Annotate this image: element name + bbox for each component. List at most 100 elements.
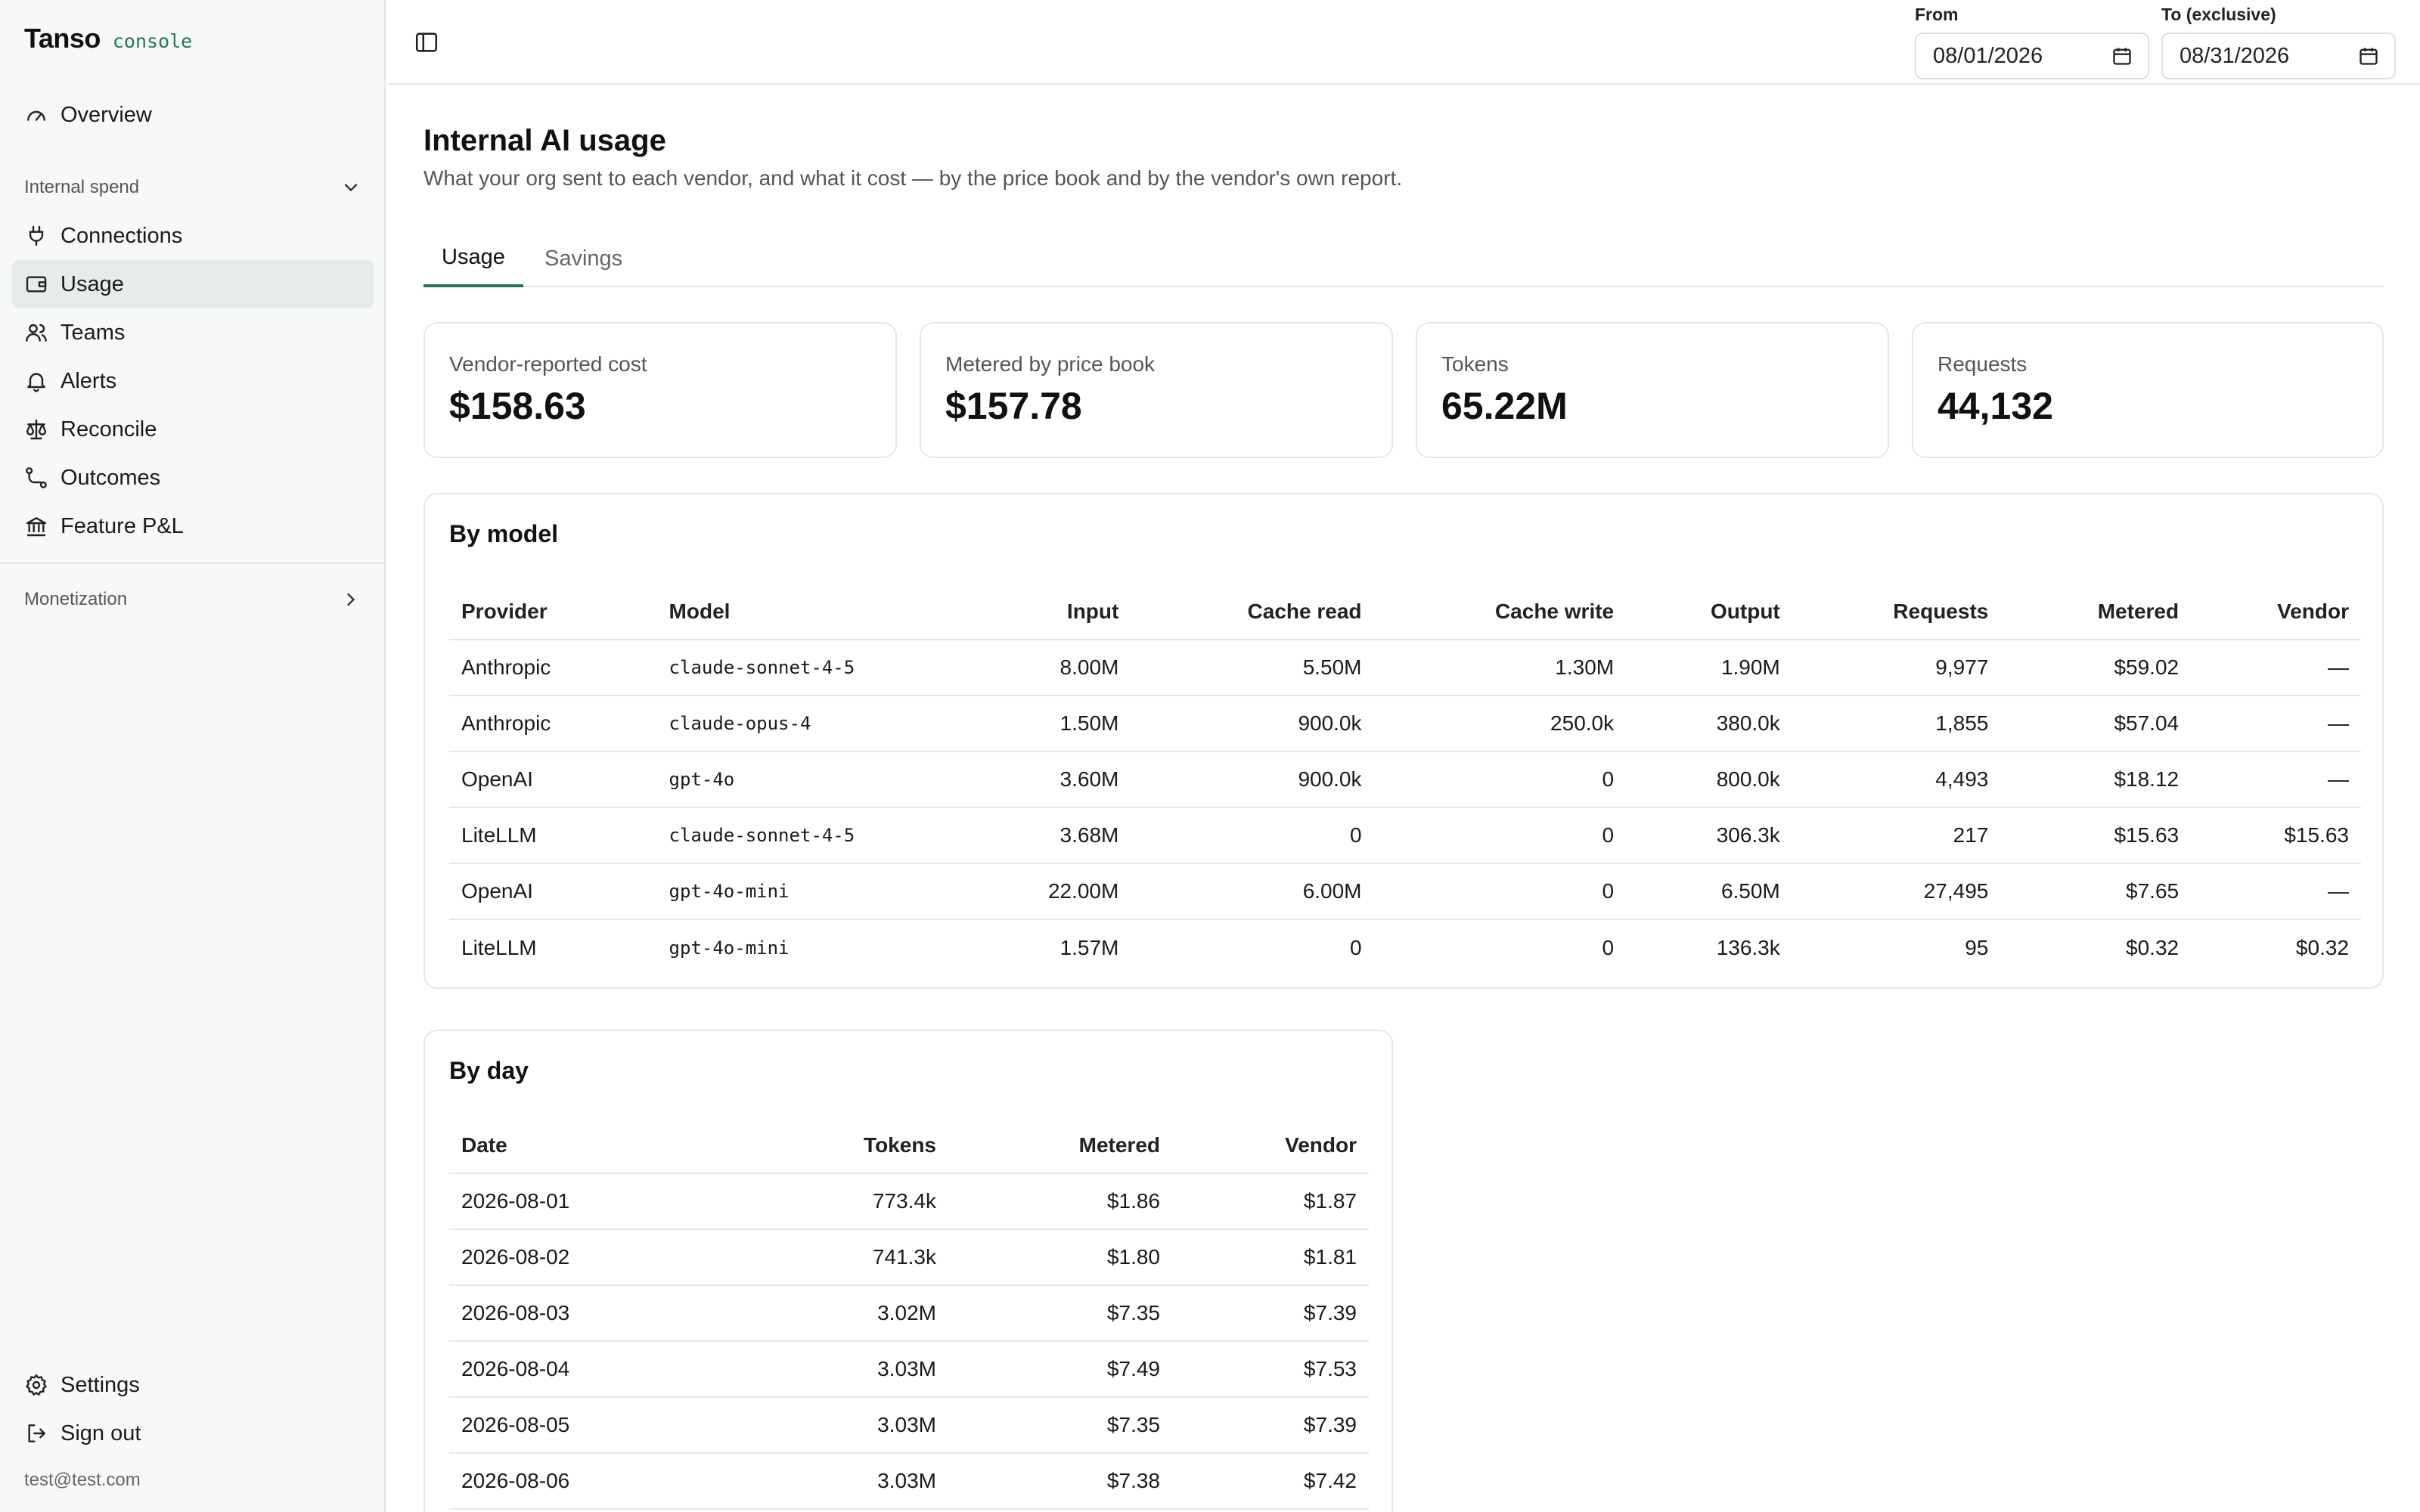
section-title: By day [449, 1057, 529, 1084]
group-internal-spend[interactable]: Internal spend [24, 172, 361, 203]
cell-output: 380.0k [1626, 696, 1792, 752]
cell-input: 3.68M [923, 807, 1131, 864]
sidebar-item-reconcile[interactable]: Reconcile [12, 405, 374, 454]
users-icon [26, 324, 47, 342]
cell-tokens: 741.3k [721, 1229, 948, 1286]
by-day-table: Date Tokens Metered Vendor 2026-08-01 77… [449, 1117, 1369, 1510]
sidebar-toggle-button[interactable] [411, 27, 442, 57]
table-row: Anthropic claude-opus-4 1.50M 900.0k 250… [449, 696, 2361, 752]
cell-date: 2026-08-06 [449, 1453, 721, 1510]
cell-input: 22.00M [923, 863, 1131, 920]
calendar-icon[interactable] [2111, 45, 2133, 67]
cell-cache-read: 0 [1349, 935, 1362, 959]
cell-vendor: — [2191, 751, 2361, 808]
cell-requests: 1,855 [1792, 696, 2001, 752]
cell-output: 800.0k [1626, 751, 1792, 808]
cell-requests: 4,493 [1792, 751, 2001, 808]
plug-icon [29, 225, 44, 246]
cell-output: 6.50M [1626, 863, 1792, 920]
sidebar-item-label: Settings [60, 1372, 140, 1397]
page-subtitle: What your org sent to each vendor, and w… [424, 166, 1403, 190]
kpi-card-requests: Requests 44,132 [1912, 322, 2384, 458]
cell-metered: $1.80 [948, 1229, 1172, 1286]
cell-provider: LiteLLM [461, 935, 537, 959]
kpi-card-tokens: Tokens 65.22M [1416, 322, 1889, 458]
col-output: Output [1626, 584, 1792, 640]
sidebar-item-alerts[interactable]: Alerts [12, 357, 374, 405]
cell-tokens: 3.03M [721, 1453, 948, 1510]
cell-cache-read: 900.0k [1131, 751, 1374, 808]
brand-name: Tanso [24, 23, 101, 54]
kpi-label: Requests [1938, 352, 2028, 376]
cell-metered: $1.86 [948, 1173, 1172, 1230]
col-provider: Provider [449, 584, 657, 640]
group-label: Monetization [24, 589, 128, 609]
cell-tokens: 773.4k [721, 1173, 948, 1230]
table-row: LiteLLM claude-sonnet-4-5 3.68M 0 0 306.… [449, 807, 2361, 864]
cell-model: claude-sonnet-4-5 [656, 640, 923, 696]
gear-icon [26, 1374, 47, 1396]
cell-cache-read: 900.0k [1131, 696, 1374, 752]
sidebar-item-settings[interactable]: Settings [12, 1361, 374, 1409]
table-row: OpenAI gpt-4o-mini 22.00M 6.00M 0 6.50M … [449, 863, 2361, 920]
cell-requests: 27,495 [1792, 863, 2001, 920]
calendar-icon[interactable] [2358, 45, 2379, 67]
table-row: OpenAI gpt-4o 3.60M 900.0k 0 800.0k 4,49… [449, 751, 2361, 808]
col-vendor: Vendor [1172, 1117, 1369, 1174]
cell-model: claude-opus-4 [656, 696, 923, 752]
cell-vendor: $7.53 [1172, 1341, 1369, 1398]
cell-cache-read: 6.00M [1131, 863, 1374, 920]
cell-cache-write: 0 [1373, 863, 1627, 920]
sidebar-item-usage[interactable]: Usage [12, 260, 374, 308]
chevron-down-icon [344, 184, 358, 192]
brand[interactable]: Tanso console [24, 23, 192, 54]
cell-metered: $7.49 [948, 1341, 1172, 1398]
sidebar-item-outcomes[interactable]: Outcomes [12, 454, 374, 502]
cell-date: 2026-08-02 [449, 1229, 721, 1286]
cell-vendor: $1.81 [1172, 1229, 1369, 1286]
cell-cache-write: 0 [1373, 751, 1627, 808]
sidebar-item-overview[interactable]: Overview [12, 91, 374, 139]
page-title: Internal AI usage [424, 124, 666, 157]
cell-provider: Anthropic [449, 696, 657, 752]
cell-date: 2026-08-05 [449, 1397, 721, 1454]
bell-icon [27, 373, 45, 392]
tab-savings[interactable]: Savings [526, 230, 641, 287]
cell-metered: $7.65 [2000, 863, 2192, 920]
group-label: Internal spend [24, 177, 140, 197]
sidebar-item-label: Connections [60, 223, 183, 248]
sidebar-item-teams[interactable]: Teams [12, 308, 374, 357]
sidebar-item-label: Sign out [60, 1421, 141, 1445]
group-monetization[interactable]: Monetization [24, 584, 361, 615]
sidebar: Tanso console Overview Internal spend Co… [0, 0, 386, 1512]
sidebar-item-connections[interactable]: Connections [12, 212, 374, 260]
to-date-group: To (exclusive) 08/31/2026 [2161, 5, 2396, 79]
cell-output: 306.3k [1626, 807, 1792, 864]
cell-vendor: — [2191, 863, 2361, 920]
cell-metered: $15.63 [2000, 807, 2192, 864]
cell-vendor: $7.39 [1172, 1285, 1369, 1342]
cell-provider: OpenAI [449, 863, 657, 920]
col-metered: Metered [948, 1117, 1172, 1174]
cell-cache-write: 250.0k [1373, 696, 1627, 752]
table-header-row: Provider Model Input Cache read Cache wr… [449, 584, 2361, 640]
sidebar-item-label: Usage [60, 271, 124, 296]
sidebar-item-sign-out[interactable]: Sign out [12, 1409, 374, 1458]
cell-date: 2026-08-04 [449, 1341, 721, 1398]
panel-left-icon [415, 33, 438, 52]
from-date-input[interactable]: 08/01/2026 [1915, 33, 2149, 79]
cell-tokens: 3.02M [721, 1285, 948, 1342]
cell-vendor: $15.63 [2191, 807, 2361, 864]
sidebar-item-feature-pl[interactable]: Feature P&L [12, 502, 374, 550]
kpi-value: $158.63 [449, 385, 586, 427]
brand-tag: console [112, 30, 193, 52]
tab-usage[interactable]: Usage [424, 230, 523, 287]
sidebar-item-label: Teams [60, 320, 126, 345]
cell-date: 2026-08-03 [449, 1285, 721, 1342]
to-date-input[interactable]: 08/31/2026 [2161, 33, 2396, 79]
cell-metered: $59.02 [2000, 640, 2192, 696]
sidebar-divider [0, 562, 386, 564]
kpi-value: $157.78 [945, 385, 1082, 427]
table-row: 2026-08-06 3.03M $7.38 $7.42 [449, 1453, 1369, 1510]
cell-tokens: 3.03M [721, 1397, 948, 1454]
